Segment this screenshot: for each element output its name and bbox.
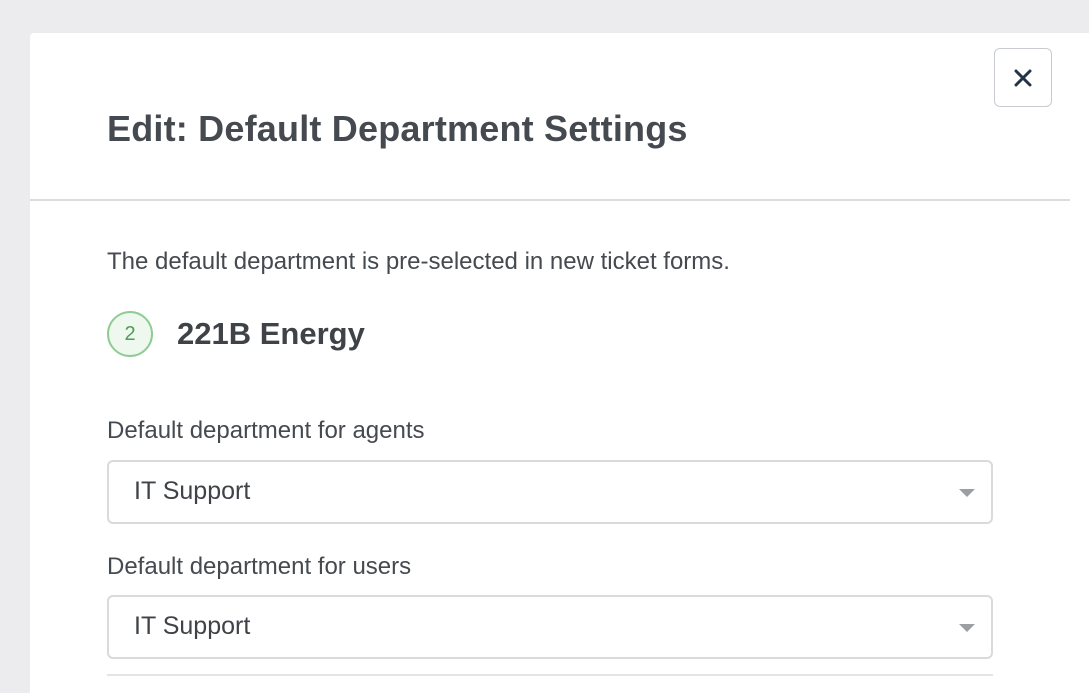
chevron-down-icon	[959, 624, 975, 632]
users-department-value: IT Support	[134, 612, 251, 640]
modal-description: The default department is pre-selected i…	[107, 248, 730, 275]
agents-department-label: Default department for agents	[107, 417, 425, 444]
close-icon	[1013, 68, 1033, 88]
users-department-select[interactable]: IT Support	[107, 595, 993, 659]
organization-heading: 2 221B Energy	[107, 310, 365, 358]
agents-department-select[interactable]: IT Support	[107, 460, 993, 524]
footer-divider	[107, 674, 993, 676]
page-background: Edit: Default Department Settings The de…	[0, 0, 1089, 693]
organization-name: 221B Energy	[177, 316, 365, 351]
modal-header: Edit: Default Department Settings	[30, 33, 1070, 201]
users-department-label: Default department for users	[107, 553, 412, 580]
step-number-badge: 2	[107, 311, 153, 357]
chevron-down-icon	[959, 489, 975, 497]
close-button[interactable]	[994, 48, 1052, 107]
edit-department-modal: Edit: Default Department Settings The de…	[30, 33, 1089, 693]
modal-title: Edit: Default Department Settings	[107, 108, 688, 149]
agents-department-value: IT Support	[134, 477, 251, 505]
